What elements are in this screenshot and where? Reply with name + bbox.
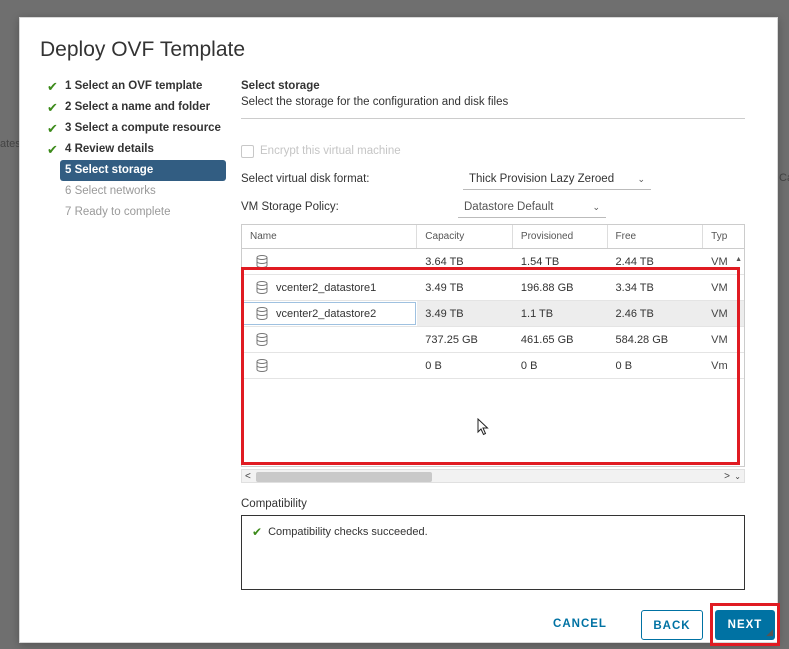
datastore-table: Name Capacity Provisioned Free Typ 3.64 … xyxy=(241,224,745,467)
database-icon xyxy=(256,281,268,294)
free-cell: 0 B xyxy=(615,360,633,372)
back-button[interactable]: BACK xyxy=(641,610,703,640)
column-header-free[interactable]: Free xyxy=(608,225,704,248)
horizontal-scrollbar[interactable]: < > ⌄ xyxy=(241,469,745,483)
step-select-storage[interactable]: 5 Select storage xyxy=(60,160,226,181)
cancel-button[interactable]: CANCEL xyxy=(550,609,610,639)
background-text-right: Ca xyxy=(779,172,789,184)
storage-policy-select[interactable]: Datastore Default ⌄ xyxy=(458,198,606,218)
free-cell: 2.44 TB xyxy=(615,256,654,268)
check-icon: ✔ xyxy=(252,525,263,539)
step-label: 7 Ready to complete xyxy=(65,206,171,218)
disk-format-select[interactable]: Thick Provision Lazy Zeroed ⌄ xyxy=(463,170,651,190)
column-header-type[interactable]: Typ xyxy=(703,225,744,248)
check-icon: ✔ xyxy=(47,100,58,115)
step-select-name-folder[interactable]: ✔ 2 Select a name and folder xyxy=(40,97,226,118)
database-icon xyxy=(256,359,268,372)
storage-policy-value: Datastore Default xyxy=(464,201,554,213)
provisioned-cell: 1.54 TB xyxy=(520,256,560,268)
type-cell: VM xyxy=(711,334,728,346)
table-row-selected[interactable]: vcenter2_datastore2 3.49 TB 1.1 TB 2.46 … xyxy=(242,301,744,327)
step-label: 6 Select networks xyxy=(65,185,156,197)
type-cell: Vm xyxy=(711,360,728,372)
compatibility-message: ✔ Compatibility checks succeeded. xyxy=(252,525,428,539)
scrollbar-thumb[interactable] xyxy=(256,472,432,482)
divider xyxy=(241,118,745,119)
database-icon xyxy=(256,255,268,268)
step-select-ovf-template[interactable]: ✔ 1 Select an OVF template xyxy=(40,76,226,97)
provisioned-cell: 461.65 GB xyxy=(520,334,574,346)
type-cell: VM xyxy=(711,282,728,294)
step-select-compute-resource[interactable]: ✔ 3 Select a compute resource xyxy=(40,118,226,139)
datastore-name-cell: vcenter2_datastore2 xyxy=(242,301,418,326)
column-header-provisioned[interactable]: Provisioned xyxy=(513,225,608,248)
compatibility-label: Compatibility xyxy=(241,498,307,510)
disk-format-value: Thick Provision Lazy Zeroed xyxy=(469,173,615,185)
step-label: 1 Select an OVF template xyxy=(65,80,203,92)
step-label: 5 Select storage xyxy=(65,164,154,176)
database-icon xyxy=(256,333,268,346)
step-label: 3 Select a compute resource xyxy=(65,122,221,134)
chevron-left-icon[interactable]: < xyxy=(245,470,251,483)
dialog-title: Deploy OVF Template xyxy=(40,38,246,61)
provisioned-cell: 1.1 TB xyxy=(520,308,554,320)
chevron-right-icon[interactable]: > xyxy=(724,470,730,483)
resize-grip-icon[interactable]: ◢ xyxy=(766,627,773,638)
free-cell: 584.28 GB xyxy=(615,334,669,346)
datastore-name-cell xyxy=(242,353,417,378)
capacity-cell: 737.25 GB xyxy=(425,334,478,346)
column-header-name[interactable]: Name xyxy=(242,225,418,248)
step-select-networks: 6 Select networks xyxy=(40,181,226,202)
datastore-name: vcenter2_datastore1 xyxy=(276,281,377,294)
datastore-name-cell: vcenter2_datastore1 xyxy=(242,275,417,300)
step-label: 4 Review details xyxy=(65,143,154,155)
encrypt-vm-checkbox[interactable] xyxy=(241,144,254,158)
capacity-cell: 3.64 TB xyxy=(425,256,464,268)
deploy-ovf-dialog: Deploy OVF Template ✔ 1 Select an OVF te… xyxy=(19,17,780,646)
type-cell: VM xyxy=(711,308,728,320)
capacity-cell: 3.49 TB xyxy=(425,308,464,320)
chevron-down-icon[interactable]: ⌄ xyxy=(734,470,741,483)
disk-format-label: Select virtual disk format: xyxy=(241,173,370,185)
background-text-left: ates xyxy=(0,138,21,150)
page-title: Select storage xyxy=(241,80,320,92)
provisioned-cell: 0 B xyxy=(520,360,538,372)
chevron-down-icon: ⌄ xyxy=(592,202,600,212)
step-review-details[interactable]: ✔ 4 Review details xyxy=(40,139,226,160)
wizard-steps: ✔ 1 Select an OVF template ✔ 2 Select a … xyxy=(40,76,226,223)
table-row[interactable]: vcenter2_datastore1 3.49 TB 196.88 GB 3.… xyxy=(242,275,744,301)
check-icon: ✔ xyxy=(47,121,58,136)
table-row[interactable]: 0 B 0 B 0 B Vm xyxy=(242,353,744,379)
datastore-name-cell xyxy=(242,249,417,274)
select-storage-panel: Select storage Select the storage for th… xyxy=(241,80,745,590)
compatibility-text: Compatibility checks succeeded. xyxy=(268,526,428,538)
datastore-name: vcenter2_datastore2 xyxy=(276,307,377,320)
table-header: Name Capacity Provisioned Free Typ xyxy=(242,225,744,249)
table-row[interactable]: 737.25 GB 461.65 GB 584.28 GB VM xyxy=(242,327,744,353)
free-cell: 3.34 TB xyxy=(615,282,654,294)
check-icon: ✔ xyxy=(47,79,58,94)
storage-policy-label: VM Storage Policy: xyxy=(241,201,339,213)
capacity-cell: 3.49 TB xyxy=(425,282,464,294)
column-header-capacity[interactable]: Capacity xyxy=(417,225,513,248)
capacity-cell: 0 B xyxy=(425,360,442,372)
check-icon: ✔ xyxy=(47,142,58,157)
compatibility-panel: ✔ Compatibility checks succeeded. xyxy=(241,515,745,590)
step-label: 2 Select a name and folder xyxy=(65,101,211,113)
scroll-up-icon[interactable]: ▲ xyxy=(735,256,742,263)
table-row[interactable]: 3.64 TB 1.54 TB 2.44 TB VM xyxy=(242,249,744,275)
encrypt-vm-option: Encrypt this virtual machine xyxy=(241,143,401,159)
provisioned-cell: 196.88 GB xyxy=(520,282,574,294)
page-subtitle: Select the storage for the configuration… xyxy=(241,96,509,108)
datastore-name-cell xyxy=(242,327,417,352)
step-ready-to-complete: 7 Ready to complete xyxy=(40,202,226,223)
chevron-down-icon: ⌄ xyxy=(637,174,645,184)
encrypt-vm-label: Encrypt this virtual machine xyxy=(260,145,401,157)
database-icon xyxy=(256,307,268,320)
free-cell: 2.46 TB xyxy=(615,308,654,320)
mouse-cursor-icon xyxy=(477,418,489,436)
